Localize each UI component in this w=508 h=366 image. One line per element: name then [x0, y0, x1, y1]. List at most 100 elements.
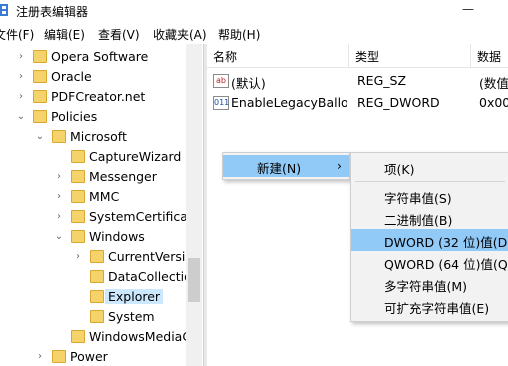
tree-item-label: WindowsMediaC	[89, 329, 192, 344]
tree-item-systemcertificates[interactable]: › SystemCertificate	[0, 207, 202, 227]
submenu-item-multi-string-value[interactable]: 多字符串值(M)	[351, 273, 508, 295]
submenu-item-label: 字符串值(S)	[384, 191, 452, 206]
chevron-down-icon[interactable]: ⌄	[35, 131, 45, 142]
menu-favorites[interactable]: 收藏夹(A)	[153, 26, 207, 43]
tree-item-opera-software[interactable]: › Opera Software	[0, 47, 202, 67]
title-bar: 注册表编辑器 —	[0, 0, 508, 22]
folder-icon	[71, 230, 85, 243]
folder-icon	[71, 190, 85, 203]
folder-icon	[52, 350, 66, 363]
folder-icon	[71, 330, 85, 343]
submenu-item-label: 多字符串值(M)	[384, 279, 468, 294]
tree-item-label: Microsoft	[70, 129, 127, 144]
submenu-item-key[interactable]: 项(K)	[351, 156, 508, 178]
tree-item-currentversion[interactable]: › CurrentVersic	[0, 247, 202, 267]
folder-icon	[33, 110, 47, 123]
submenu-item-expandable-string-value[interactable]: 可扩充字符串值(E)	[351, 295, 508, 317]
folder-icon	[71, 170, 85, 183]
minimize-button[interactable]: —	[458, 2, 478, 20]
column-header-name[interactable]: 名称	[207, 44, 349, 68]
folder-icon	[71, 210, 85, 223]
folder-icon	[90, 250, 104, 263]
value-row-default[interactable]: ab (默认) REG_SZ (数值未	[207, 70, 508, 92]
tree-scrollbar-thumb[interactable]	[188, 258, 200, 302]
submenu-item-dword-value[interactable]: DWORD (32 位)值(D)	[351, 229, 508, 251]
tree-item-label: Messenger	[89, 169, 157, 184]
tree-item-explorer[interactable]: Explorer	[0, 287, 202, 307]
chevron-down-icon[interactable]: ⌄	[54, 231, 64, 242]
value-name: (默认)	[231, 76, 266, 91]
column-header-type[interactable]: 类型	[349, 44, 471, 68]
value-data: (数值未	[479, 76, 508, 91]
chevron-down-icon[interactable]: ⌄	[16, 111, 26, 122]
column-header-data[interactable]: 数据	[471, 44, 508, 68]
chevron-right-icon[interactable]: ›	[54, 191, 64, 202]
tree-item-label: Oracle	[51, 69, 92, 84]
chevron-right-icon[interactable]: ›	[35, 351, 45, 362]
value-row-enablelegacyballoon[interactable]: 011 EnableLegacyBallo... REG_DWORD 0x000	[207, 92, 508, 114]
folder-icon	[52, 130, 66, 143]
chevron-right-icon[interactable]: ›	[73, 251, 83, 262]
chevron-right-icon[interactable]: ›	[54, 211, 64, 222]
chevron-right-icon: ›	[337, 158, 342, 173]
menu-item-new-label: 新建(N)	[257, 161, 302, 176]
tree-item-pdfcreator[interactable]: › PDFCreator.net	[0, 87, 202, 107]
submenu-item-label: 二进制值(B)	[384, 213, 453, 228]
tree-item-label: CurrentVersic	[108, 249, 193, 264]
menu-separator	[355, 181, 505, 182]
chevron-right-icon[interactable]: ›	[16, 91, 26, 102]
menu-edit[interactable]: 编辑(E)	[44, 26, 85, 43]
chevron-right-icon[interactable]: ›	[54, 171, 64, 182]
registry-tree: › Opera Software › Oracle › PDFCreator.n…	[0, 44, 202, 366]
folder-icon	[33, 70, 47, 83]
tree-item-label: Policies	[51, 109, 98, 124]
folder-icon	[90, 290, 104, 303]
chevron-right-icon[interactable]: ›	[16, 71, 26, 82]
tree-item-mmc[interactable]: › MMC	[0, 187, 202, 207]
value-type: REG_SZ	[357, 73, 407, 88]
tree-item-label: Windows	[89, 229, 145, 244]
tree-item-label: Power	[70, 349, 108, 364]
value-name: EnableLegacyBallo...	[231, 95, 347, 110]
tree-item-windowsmediacenter[interactable]: WindowsMediaC	[0, 327, 202, 347]
new-submenu: 项(K) 字符串值(S) 二进制值(B) DWORD (32 位)值(D) QW…	[350, 152, 508, 322]
binary-value-icon: 011	[213, 96, 229, 110]
tree-item-capturewizard[interactable]: CaptureWizard	[0, 147, 202, 167]
tree-item-label: Explorer	[105, 289, 164, 304]
value-type: REG_DWORD	[357, 95, 440, 110]
value-data: 0x000	[479, 95, 508, 110]
submenu-item-qword-value[interactable]: QWORD (64 位)值(Q)	[351, 251, 508, 273]
submenu-item-label: 可扩充字符串值(E)	[384, 301, 490, 316]
string-value-icon: ab	[213, 74, 229, 88]
menu-file[interactable]: 文件(F)	[0, 26, 34, 43]
tree-item-label: CaptureWizard	[89, 149, 182, 164]
submenu-item-string-value[interactable]: 字符串值(S)	[351, 185, 508, 207]
tree-item-label: Opera Software	[51, 49, 149, 64]
folder-icon	[71, 150, 85, 163]
tree-item-label: PDFCreator.net	[51, 89, 146, 104]
tree-item-label: System	[108, 309, 155, 324]
menu-bar: 文件(F) 编辑(E) 查看(V) 收藏夹(A) 帮助(H)	[0, 24, 508, 44]
tree-item-oracle[interactable]: › Oracle	[0, 67, 202, 87]
tree-item-label: SystemCertificate	[89, 209, 201, 224]
tree-item-power[interactable]: › Power	[0, 347, 202, 366]
menu-view[interactable]: 查看(V)	[98, 26, 140, 43]
tree-scrollbar[interactable]	[186, 44, 202, 366]
menu-help[interactable]: 帮助(H)	[218, 26, 260, 43]
tree-item-system[interactable]: System	[0, 307, 202, 327]
tree-item-messenger[interactable]: › Messenger	[0, 167, 202, 187]
folder-icon	[33, 90, 47, 103]
folder-icon	[33, 50, 47, 63]
submenu-item-binary-value[interactable]: 二进制值(B)	[351, 207, 508, 229]
tree-item-datacollection[interactable]: DataCollectio	[0, 267, 202, 287]
submenu-item-label: 项(K)	[384, 162, 415, 177]
tree-item-windows[interactable]: ⌄ Windows	[0, 227, 202, 247]
tree-item-policies[interactable]: ⌄ Policies	[0, 107, 202, 127]
tree-item-microsoft[interactable]: ⌄ Microsoft	[0, 127, 202, 147]
regedit-icon	[0, 4, 8, 16]
context-menu: 新建(N) ›	[222, 152, 350, 180]
chevron-right-icon[interactable]: ›	[16, 51, 26, 62]
menu-item-new[interactable]: 新建(N) ›	[223, 155, 349, 177]
folder-icon	[90, 270, 104, 283]
tree-item-label: DataCollectio	[108, 269, 192, 284]
